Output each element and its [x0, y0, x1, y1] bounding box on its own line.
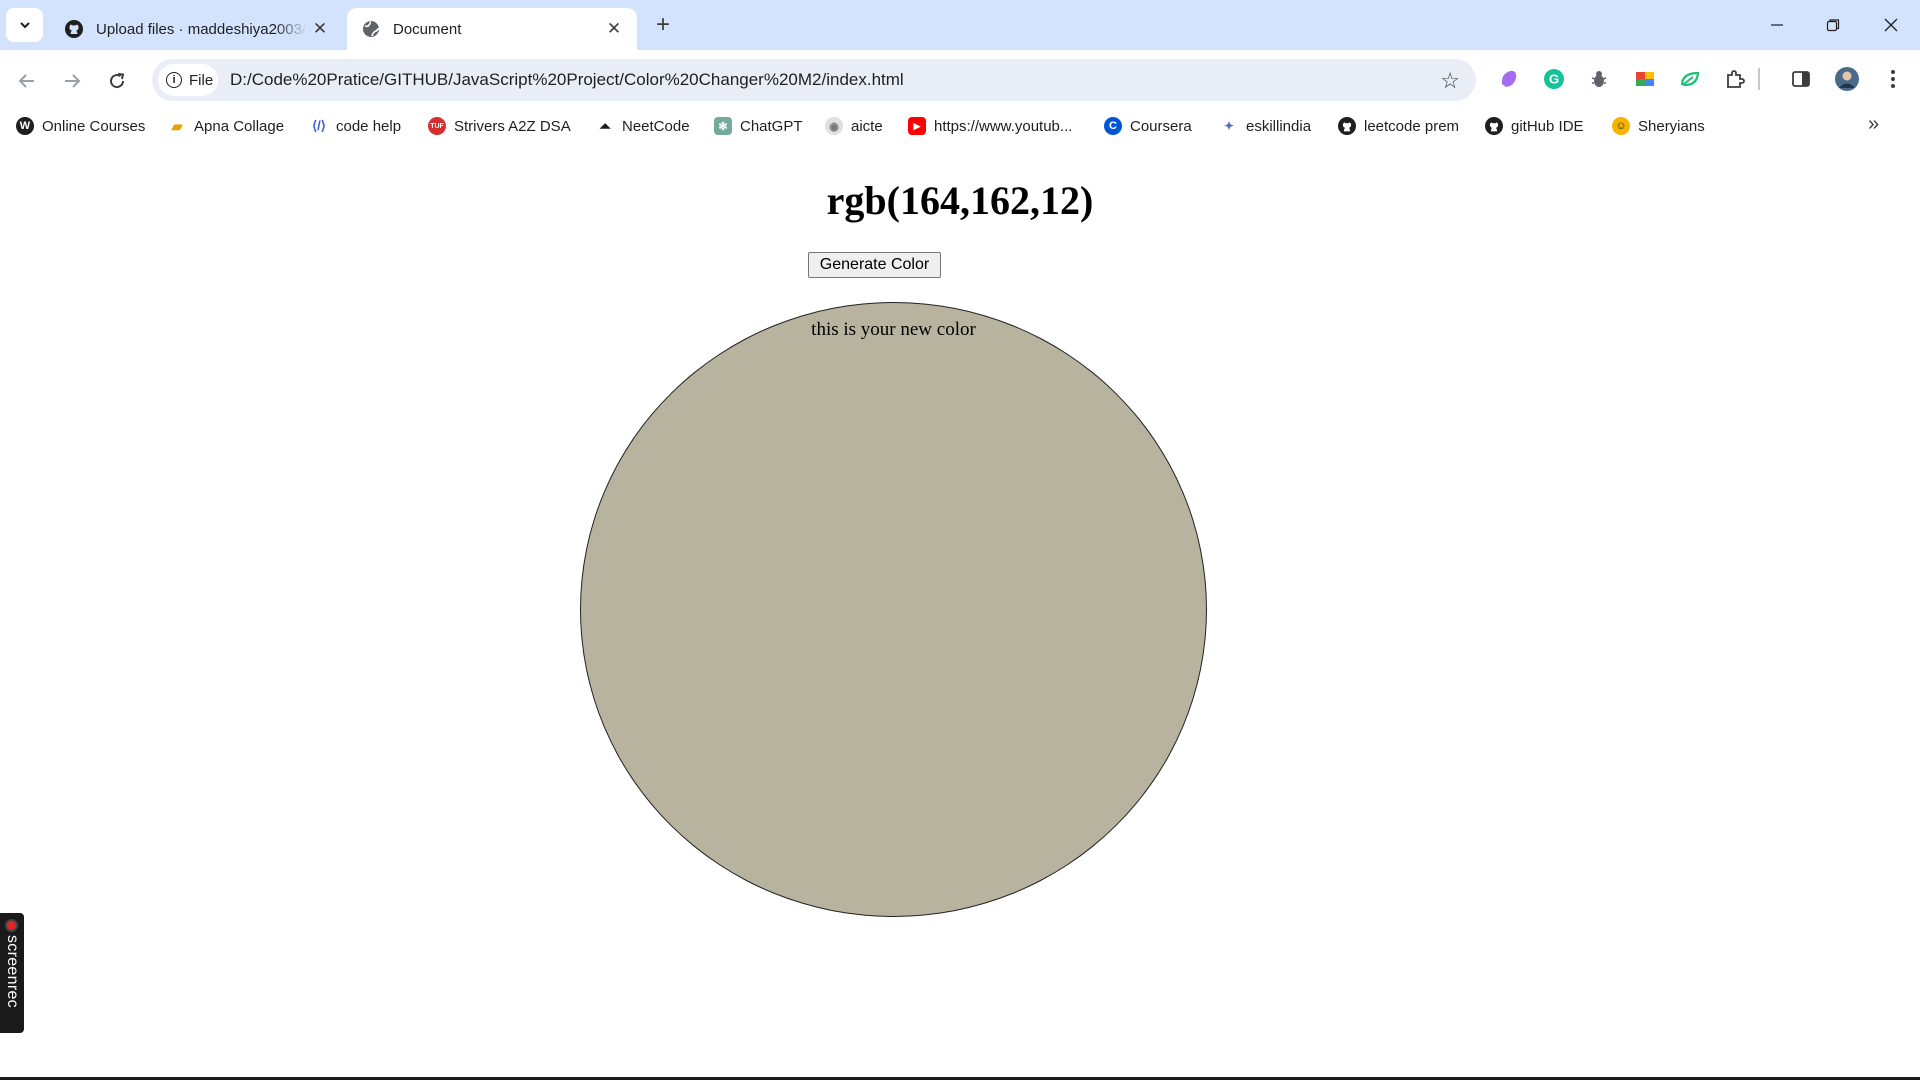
bookmark-leetcode-prem[interactable]: leetcode prem [1338, 115, 1459, 137]
bookmark-label: gitHub IDE [1511, 117, 1584, 135]
tab-title: Document [393, 20, 462, 38]
url-text[interactable]: D:/Code%20Pratice/GITHUB/JavaScript%20Pr… [230, 70, 904, 90]
record-dot-icon [5, 919, 18, 932]
bookmark-label: Apna Collage [194, 117, 285, 135]
bookmark-label: leetcode prem [1364, 117, 1460, 135]
rocket-icon: ⏶ [599, 117, 611, 134]
new-tab-button[interactable]: + [650, 11, 676, 38]
bookmark-label: https://www.youtub... [934, 117, 1073, 135]
chatgpt-icon: ✻ [714, 117, 732, 135]
bookmark-github-ide[interactable]: gitHub IDE [1485, 115, 1584, 137]
info-icon: i [166, 72, 182, 88]
leaf-extension-icon[interactable] [1677, 66, 1703, 92]
tab-search-button[interactable] [6, 8, 43, 42]
tab-upload-files[interactable]: Upload files · maddeshiya2003/ ✕ [50, 8, 343, 50]
generate-color-button[interactable]: Generate Color [808, 252, 941, 278]
coursera-icon: C [1104, 117, 1122, 135]
side-panel-icon[interactable] [1788, 66, 1814, 92]
restore-button[interactable] [1808, 8, 1858, 42]
screenrec-widget[interactable]: screenrec [0, 913, 24, 1033]
toolbar-divider [1758, 68, 1760, 90]
bug-icon[interactable] [1586, 66, 1612, 92]
apna-college-icon: ▰ [171, 117, 183, 134]
site-info-chip[interactable]: i File [158, 64, 218, 96]
minimize-icon [1771, 24, 1783, 26]
eskillindia-icon: ✦ [1223, 119, 1235, 133]
forward-button[interactable] [55, 64, 89, 98]
bookmarks-overflow-icon[interactable]: » [1868, 113, 1879, 136]
reload-icon [110, 73, 125, 89]
svg-text:G: G [1549, 72, 1559, 87]
close-icon [1884, 18, 1898, 32]
address-bar[interactable]: i File D:/Code%20Pratice/GITHUB/JavaScri… [152, 59, 1476, 101]
circle-caption: this is your new color [811, 319, 976, 340]
minimize-button[interactable] [1752, 8, 1802, 42]
google-keep-colors-icon[interactable] [1632, 66, 1658, 92]
back-button[interactable] [10, 64, 44, 98]
code-help-icon: ⟨/⟩ [312, 118, 326, 133]
bookmark-strivers-a2z-dsa[interactable]: TUF Strivers A2Z DSA [428, 115, 571, 137]
sheryians-icon: ☺ [1612, 117, 1630, 135]
bookmark-label: ChatGPT [740, 117, 803, 135]
screenrec-label: screenrec [4, 935, 21, 1008]
bookmark-sheryians[interactable]: ☺ Sheryians [1612, 115, 1705, 137]
chevron-down-icon [19, 22, 30, 29]
bookmark-label: eskillindia [1246, 117, 1312, 135]
bookmark-label: Sheryians [1638, 117, 1705, 135]
bookmark-aicte[interactable]: ◉ aicte [825, 115, 883, 137]
restore-icon [1826, 19, 1840, 32]
bookmark-apna-collage[interactable]: ▰ Apna Collage [168, 115, 284, 137]
tuf-icon: TUF [428, 117, 446, 135]
color-circle: this is your new color [580, 302, 1207, 917]
site-chip-label: File [189, 71, 214, 89]
bookmark-label: code help [336, 117, 402, 135]
bookmark-label: Online Courses [42, 117, 146, 135]
arrow-left-icon [18, 74, 34, 88]
bookmark-youtube[interactable]: ▶ https://www.youtub... [908, 115, 1072, 137]
globe-icon [361, 19, 381, 39]
bookmark-coursera[interactable]: C Coursera [1104, 115, 1192, 137]
wordpress-icon: W [16, 117, 34, 135]
bookmark-star-icon[interactable]: ☆ [1440, 68, 1460, 94]
bookmark-label: Strivers A2Z DSA [454, 117, 571, 135]
tab-document[interactable]: Document ✕ [347, 8, 637, 50]
close-icon[interactable]: ✕ [601, 16, 627, 42]
extensions-puzzle-icon[interactable] [1722, 66, 1748, 92]
extension-purple-icon[interactable] [1496, 66, 1522, 92]
more-menu-icon[interactable] [1880, 66, 1906, 92]
youtube-icon: ▶ [908, 117, 926, 135]
github-icon [1338, 117, 1356, 135]
close-icon[interactable]: ✕ [307, 16, 333, 42]
bookmark-code-help[interactable]: ⟨/⟩ code help [310, 115, 401, 137]
bookmark-label: aicte [851, 117, 883, 135]
bookmark-label: Coursera [1130, 117, 1192, 135]
page-title: rgb(164,162,12) [826, 178, 1094, 223]
arrow-right-icon [65, 74, 81, 88]
profile-avatar[interactable] [1834, 66, 1860, 92]
grammarly-icon[interactable]: G [1541, 66, 1567, 92]
github-icon [64, 19, 84, 39]
bookmark-label: NeetCode [622, 117, 690, 135]
bookmark-neetcode[interactable]: ⏶ NeetCode [596, 115, 690, 137]
close-window-button[interactable] [1866, 8, 1916, 42]
tab-title: Upload files · maddeshiya2003/ [96, 20, 307, 38]
bookmark-eskillindia[interactable]: ✦ eskillindia [1220, 115, 1311, 137]
tab-strip: Upload files · maddeshiya2003/ ✕ Documen… [0, 0, 1920, 50]
bookmark-chatgpt[interactable]: ✻ ChatGPT [714, 115, 803, 137]
github-icon [1485, 117, 1503, 135]
bookmark-online-courses[interactable]: W Online Courses [16, 115, 145, 137]
aicte-icon: ◉ [825, 117, 843, 135]
reload-button[interactable] [100, 64, 134, 98]
